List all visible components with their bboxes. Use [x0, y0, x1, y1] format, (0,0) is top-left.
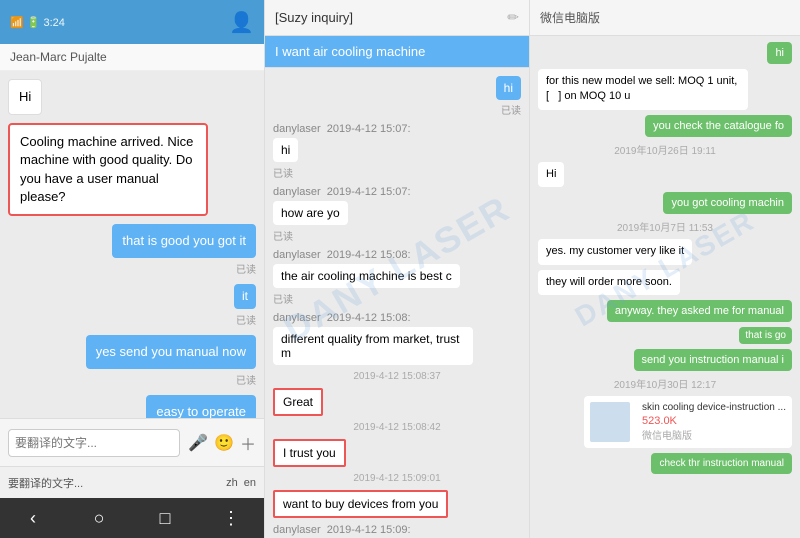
time-label: 2019年10月7日 11:53	[538, 219, 792, 234]
list-item: hi	[538, 42, 792, 64]
bubble-quality: different quality from market, trust m	[273, 327, 473, 365]
bubble-asked-manual: anyway. they asked me for manual	[607, 300, 792, 322]
message-input[interactable]	[8, 429, 180, 457]
list-item: danylaser 2019-4-12 15:07: how are yo 已读	[273, 186, 521, 243]
bubble-hi-right: hi	[496, 76, 521, 100]
time-label: 2019-4-12 15:08:37	[273, 371, 521, 382]
right-chat-area: hi for this new model we sell: MOQ 1 uni…	[530, 36, 800, 538]
square-icon[interactable]: □	[153, 506, 177, 530]
list-item: Hi	[8, 79, 42, 115]
list-item: Hi	[538, 162, 792, 187]
list-item: for this new model we sell: MOQ 1 unit, …	[538, 69, 792, 110]
right-panel: 微信电脑版 hi for this new model we sell: MOQ…	[530, 0, 800, 538]
list-item: check thr instruction manual	[538, 453, 792, 474]
list-item: skin cooling device-instruction ... 523.…	[538, 396, 792, 448]
edit-icon[interactable]: ✏	[507, 9, 519, 26]
bubble-manual: yes send you manual now	[86, 335, 256, 369]
list-item: easy to operate 已读	[146, 395, 256, 418]
bubble-customer-like: yes. my customer very like it	[538, 239, 692, 264]
time-label: 2019年10月26日 19:11	[538, 142, 792, 157]
list-item: danylaser 2019-4-12 15:07: hi 已读	[273, 123, 521, 180]
bubble-moq: for this new model we sell: MOQ 1 unit, …	[538, 69, 748, 110]
bubble-got-cooling: you got cooling machin	[663, 192, 792, 214]
bubble-howareyou: how are yo	[273, 201, 348, 225]
left-panel: 📶 🔋 3:24 👤 Jean-Marc Pujalte Hi Cooling …	[0, 0, 265, 538]
bubble-send-instruction: send you instruction manual i	[634, 349, 792, 371]
time-label: 2019-4-12 15:09:01	[273, 473, 521, 484]
lang-bar: 要翻译的文字... zh en	[0, 466, 264, 498]
mid-header: [Suzy inquiry] ✏	[265, 0, 529, 36]
list-item: danylaser 2019-4-12 15:08: the air cooli…	[273, 249, 521, 306]
back-icon[interactable]: ‹	[21, 506, 45, 530]
list-item: Great	[273, 388, 521, 416]
bubble-order-more: they will order more soon.	[538, 270, 680, 295]
list-item: I trust you	[273, 439, 521, 467]
list-item: yes. my customer very like it	[538, 239, 792, 264]
bubble-operate: easy to operate	[146, 395, 256, 418]
product-thumbnail	[590, 402, 630, 442]
list-item: want to buy devices from you	[273, 490, 521, 518]
list-item: danylaser 2019-4-12 15:08: different qua…	[273, 312, 521, 365]
status-icons: 📶 🔋 3:24	[10, 16, 65, 29]
input-bar: 🎤 🙂 ＋	[0, 418, 264, 466]
nav-bar: ‹ ○ □ ⋮	[0, 498, 264, 538]
right-header: 微信电脑版	[530, 0, 800, 36]
bubble-good: that is good you got it	[112, 224, 256, 258]
left-header: 📶 🔋 3:24 👤	[0, 0, 264, 44]
bubble-great: Great	[273, 388, 323, 416]
bubble-hi-white: Hi	[538, 162, 564, 187]
list-item: you got cooling machin	[538, 192, 792, 214]
bubble-trust: I trust you	[273, 439, 346, 467]
bubble-buy: want to buy devices from you	[273, 490, 448, 518]
time-label: 2019-4-12 15:08:42	[273, 422, 521, 433]
add-icon[interactable]: ＋	[240, 431, 256, 455]
list-item: Cooling machine arrived. Nice machine wi…	[8, 123, 208, 216]
translate-label: 要翻译的文字...	[8, 475, 83, 491]
list-item: they will order more soon.	[538, 270, 792, 295]
list-item: that is go	[538, 327, 792, 344]
top-inquiry-msg: I want air cooling machine	[265, 36, 529, 68]
list-item: hi 已读	[273, 76, 521, 117]
lang-zh[interactable]: zh	[226, 477, 238, 489]
lang-en[interactable]: en	[244, 477, 256, 489]
bubble-check-instruction: check thr instruction manual	[651, 453, 792, 474]
list-item: it 已读	[234, 284, 256, 327]
bubble-that-is-go: that is go	[739, 327, 792, 344]
mid-panel: [Suzy inquiry] ✏ I want air cooling mach…	[265, 0, 530, 538]
list-item: anyway. they asked me for manual	[538, 300, 792, 322]
menu-icon[interactable]: ⋮	[219, 506, 243, 530]
time-label: 2019年10月30日 12:17	[538, 376, 792, 391]
bubble-hi-left: hi	[273, 138, 298, 162]
bubble-catalogue: you check the catalogue fo	[645, 115, 792, 137]
bubble-hi-green: hi	[767, 42, 792, 64]
list-item: danylaser 2019-4-12 15:09:	[273, 524, 521, 536]
mid-chat-area: hi 已读 danylaser 2019-4-12 15:07: hi 已读 d…	[265, 68, 529, 538]
input-icons: 🎤 🙂 ＋	[188, 431, 256, 455]
bubble-it: it	[234, 284, 256, 309]
left-chat-area: Hi Cooling machine arrived. Nice machine…	[0, 71, 264, 418]
home-icon[interactable]: ○	[87, 506, 111, 530]
product-info: skin cooling device-instruction ... 523.…	[642, 402, 786, 442]
mic-icon[interactable]: 🎤	[188, 433, 208, 453]
product-name: skin cooling device-instruction ...	[642, 402, 786, 413]
bubble-cooling: Cooling machine arrived. Nice machine wi…	[8, 123, 208, 216]
user-icon[interactable]: 👤	[229, 10, 254, 35]
bubble-aircooling: the air cooling machine is best c	[273, 264, 460, 288]
list-item: you check the catalogue fo	[538, 115, 792, 137]
product-label: 微信电脑版	[642, 427, 786, 442]
emoji-icon[interactable]: 🙂	[214, 433, 234, 453]
list-item: send you instruction manual i	[538, 349, 792, 371]
list-item: that is good you got it 已读	[112, 224, 256, 276]
product-card: skin cooling device-instruction ... 523.…	[584, 396, 792, 448]
list-item: yes send you manual now 已读	[86, 335, 256, 387]
bubble-hi: Hi	[8, 79, 42, 115]
product-size: 523.0K	[642, 415, 786, 427]
contact-name: Jean-Marc Pujalte	[0, 44, 264, 71]
